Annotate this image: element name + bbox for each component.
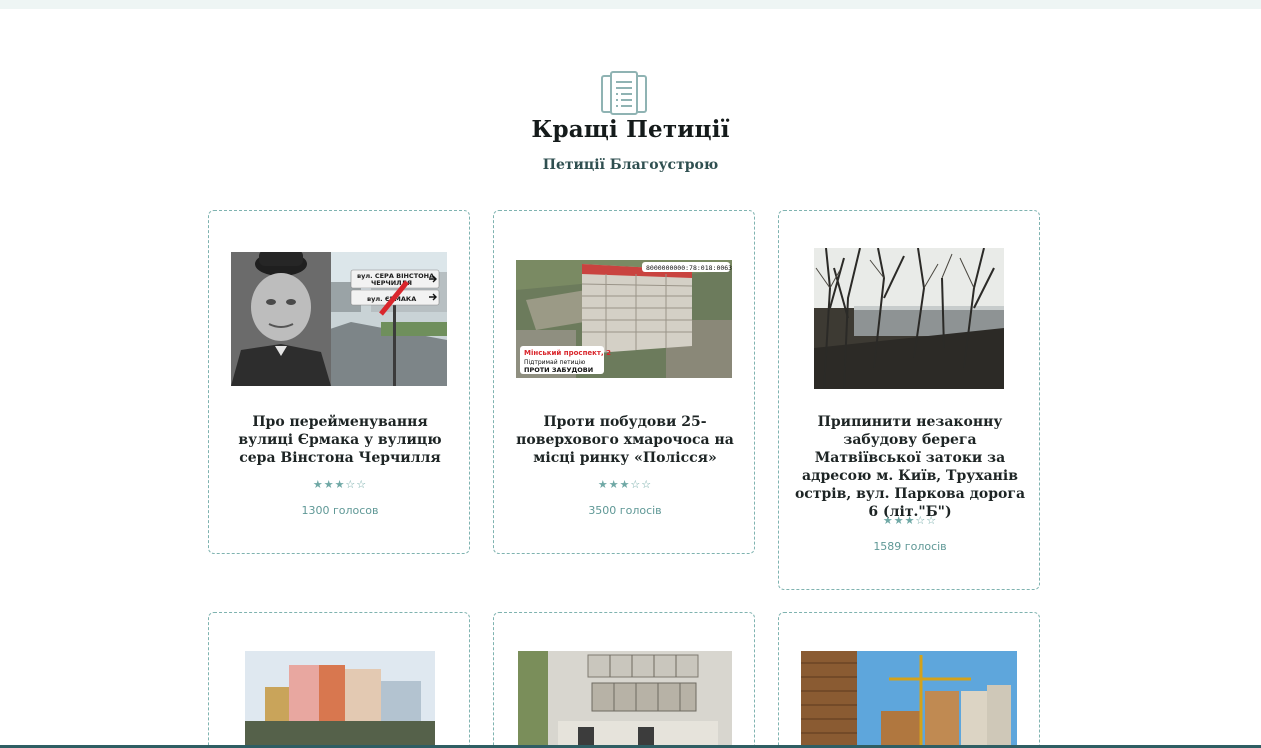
top-strip [0, 0, 1261, 9]
petition-image[interactable] [801, 651, 1017, 748]
image-caption-line3: ПРОТИ ЗАБУДОВИ [524, 366, 593, 374]
petition-card[interactable]: Припинити незаконну забудову берега Матв… [778, 210, 1040, 590]
votes-count: 3500 голосів [588, 504, 662, 517]
section-title: Кращі Петиції [531, 116, 730, 143]
image-caption-line1: Мінський проспект, 2 [524, 349, 611, 357]
petition-documents-icon [601, 71, 647, 115]
petition-title[interactable]: Припинити незаконну забудову берега Матв… [793, 413, 1027, 521]
image-caption-line2: Підтримай петицію [524, 359, 585, 366]
petition-image[interactable]: вул. СЕРА ВІНСТОНА ЧЕРЧИЛЛЯ вул. ЄРМАКА [231, 252, 447, 386]
votes-count: 1589 голосів [873, 540, 947, 553]
rating-stars: ★★★☆☆ [597, 478, 653, 491]
petition-image[interactable] [245, 651, 435, 748]
petition-card[interactable] [493, 612, 755, 748]
petition-card[interactable]: вул. СЕРА ВІНСТОНА ЧЕРЧИЛЛЯ вул. ЄРМАКА … [208, 210, 470, 554]
rating-stars: ★★★☆☆ [882, 514, 938, 527]
votes-count: 1300 голосов [301, 504, 379, 517]
petition-card[interactable] [778, 612, 1040, 748]
petition-title[interactable]: Про перейменування вулиці Єрмака у вулиц… [223, 413, 457, 467]
petition-image[interactable] [518, 651, 732, 748]
petition-image[interactable] [814, 248, 1004, 389]
cadastral-code-text: 8000000000:78:018:0063 [646, 264, 732, 272]
petition-card[interactable] [208, 612, 470, 748]
section-subtitle: Петиції Благоустрою [542, 157, 719, 173]
petition-card[interactable]: 8000000000:78:018:0063 Мінський проспект… [493, 210, 755, 554]
petition-title[interactable]: Проти побудови 25-поверхового хмарочоса … [508, 413, 742, 467]
petition-image[interactable]: 8000000000:78:018:0063 Мінський проспект… [516, 260, 732, 378]
rating-stars: ★★★☆☆ [312, 478, 368, 491]
